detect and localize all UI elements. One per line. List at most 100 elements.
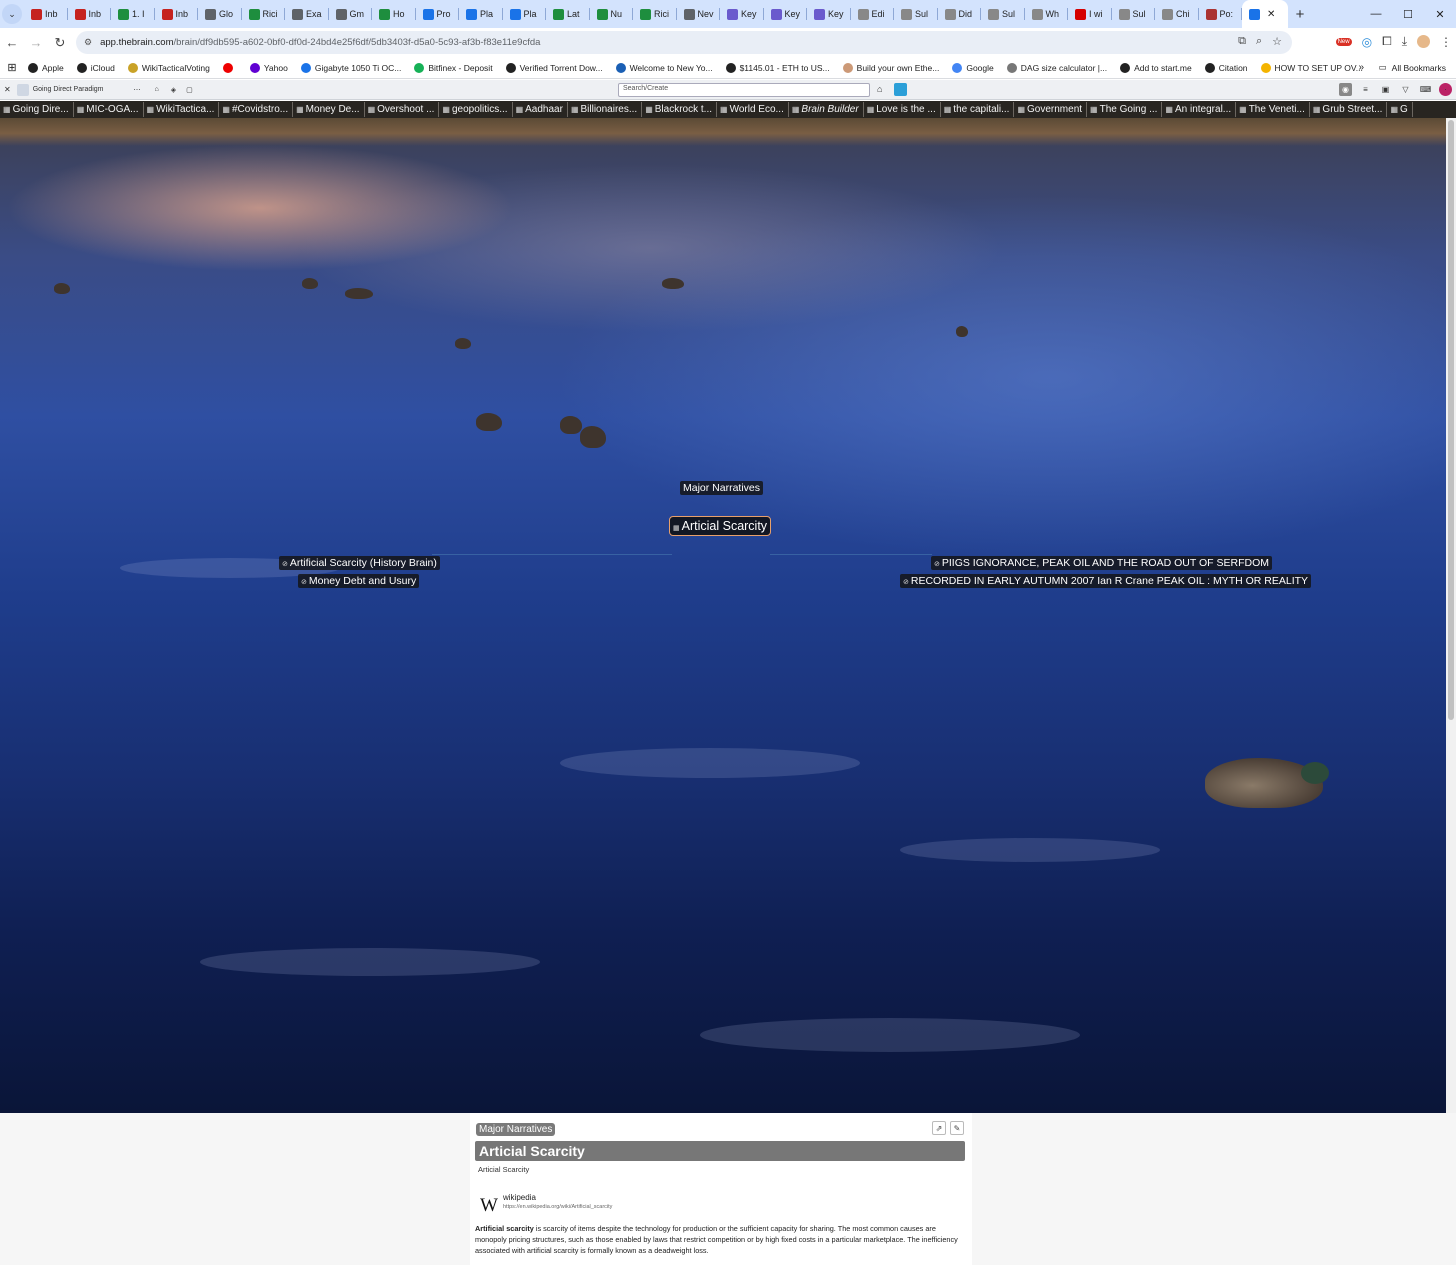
bookmark-item[interactable]: Apple <box>28 62 64 73</box>
parent-pill[interactable]: Major Narratives <box>476 1123 556 1136</box>
pinned-thought[interactable]: ▦ MIC-OGA... <box>74 102 144 117</box>
bookmark-item[interactable] <box>222 62 237 73</box>
pinned-thought[interactable]: ▦ Brain Builder <box>789 102 864 117</box>
browser-tab[interactable]: Exa <box>285 0 329 28</box>
pinned-thought[interactable]: ▦ Blackrock t... <box>642 102 718 117</box>
home-brain-icon[interactable]: ⌂ <box>155 86 159 93</box>
back-icon[interactable]: ← <box>0 35 24 50</box>
pinned-thought[interactable]: ▦ Love is the ... <box>864 102 941 117</box>
close-window-icon[interactable]: ✕ <box>1424 0 1456 28</box>
pinned-thought[interactable]: ▦ Grub Street... <box>1310 102 1388 117</box>
browser-tab[interactable]: Nu <box>590 0 634 28</box>
bookmark-item[interactable]: iCloud <box>76 62 115 73</box>
extension-new-icon[interactable]: New <box>1335 37 1352 46</box>
parent-thought-major-narratives[interactable]: Major Narratives <box>680 481 764 495</box>
bookmark-item[interactable]: Citation <box>1204 62 1248 73</box>
downloads-icon[interactable]: ⤓ <box>1402 34 1407 49</box>
bookmark-item[interactable]: Welcome to New Yo... <box>615 62 713 73</box>
pinned-thought[interactable]: ▦ The Going ... <box>1087 102 1163 117</box>
tab-thebrain-active[interactable]: ✕ <box>1242 0 1288 28</box>
extensions-puzzle-icon[interactable]: ⧠ <box>1382 34 1392 49</box>
bookmark-item[interactable]: HOW TO SET UP OV... <box>1260 62 1363 73</box>
chrome-menu-icon[interactable]: ⋮ <box>1440 35 1452 49</box>
active-thought-articial-scarcity[interactable]: ▦ Articial Scarcity <box>669 516 772 536</box>
browser-tab[interactable]: Lat <box>546 0 590 28</box>
inbox-icon[interactable]: ⌨ <box>1419 83 1432 96</box>
wikipedia-link-title[interactable]: wikipedia <box>503 1193 536 1202</box>
canvas-scrollbar[interactable] <box>1446 118 1456 1113</box>
browser-tab[interactable]: I wi <box>1068 0 1112 28</box>
pinned-thought[interactable]: ▦ #Covidstro... <box>219 102 294 117</box>
forward-icon[interactable]: → <box>24 35 48 50</box>
reload-icon[interactable]: ↻ <box>48 35 72 51</box>
zoom-icon[interactable]: ⌕ <box>1256 35 1262 48</box>
bookmark-item[interactable]: Google <box>952 62 994 73</box>
browser-tab[interactable]: Glo <box>198 0 242 28</box>
browser-tab[interactable]: Sul <box>1112 0 1156 28</box>
browser-tab[interactable]: Wh <box>1025 0 1069 28</box>
new-tab-button[interactable]: + <box>1288 6 1312 23</box>
browser-tab[interactable]: Pla <box>459 0 503 28</box>
browser-tab[interactable]: Inb <box>24 0 68 28</box>
bookmark-item[interactable]: WikiTacticalVoting <box>127 62 210 73</box>
brain-name[interactable]: Going Direct Paradigm <box>33 86 104 93</box>
bookmark-item[interactable]: Gigabyte 1050 Ti OC... <box>300 62 401 73</box>
pinned-thought[interactable]: ▦ Government <box>1014 102 1088 117</box>
home-icon[interactable]: ⌂ <box>877 84 882 94</box>
bookmark-item[interactable]: Yahoo <box>249 62 288 73</box>
pinned-thought[interactable]: ▦ The Veneti... <box>1236 102 1310 117</box>
user-avatar[interactable]: · <box>1439 83 1452 96</box>
pinned-thought[interactable]: ▦ Aadhaar <box>513 102 568 117</box>
browser-tab[interactable]: Inb <box>68 0 112 28</box>
pinned-thought[interactable]: ▦ An integral... <box>1162 102 1237 117</box>
tag-icon[interactable]: ◈ <box>171 86 176 94</box>
pinned-thought[interactable]: ▦ WikiTactica... <box>144 102 220 117</box>
browser-tab[interactable]: Po: <box>1199 0 1243 28</box>
browser-tab[interactable]: Sul <box>981 0 1025 28</box>
install-app-icon[interactable]: ⧉ <box>1238 35 1246 48</box>
apps-grid-icon[interactable]: ⊞ <box>0 61 24 74</box>
jump-thought-peak-oil[interactable]: ⊘ RECORDED IN EARLY AUTUMN 2007 Ian R Cra… <box>900 574 1312 588</box>
browser-tab[interactable]: Nev <box>677 0 721 28</box>
tab-close-icon[interactable]: ✕ <box>1267 9 1275 20</box>
list-icon[interactable]: ≡ <box>1359 83 1372 96</box>
url-input[interactable]: ⚙ app.thebrain.com/brain/df9db595-a602-0… <box>76 31 1292 54</box>
site-info-icon[interactable]: ⚙ <box>84 37 92 48</box>
browser-tab[interactable]: 1. I <box>111 0 155 28</box>
bookmark-item[interactable]: Bitfinex - Deposit <box>414 62 493 73</box>
extension-icon[interactable]: ◎ <box>1362 35 1372 49</box>
browser-tab[interactable]: Edi <box>851 0 895 28</box>
bookmark-item[interactable]: Verified Torrent Dow... <box>505 62 603 73</box>
bookmark-star-icon[interactable]: ☆ <box>1272 35 1282 48</box>
pinned-thought[interactable]: ▦ G <box>1387 102 1413 117</box>
pinned-thought[interactable]: ▦ Overshoot ... <box>365 102 440 117</box>
browser-tab[interactable]: Ho <box>372 0 416 28</box>
jump-thought-money-debt-usury[interactable]: ⊘ Money Debt and Usury <box>298 574 420 588</box>
browser-tab[interactable]: Sul <box>894 0 938 28</box>
jump-thought-artificial-scarcity-history[interactable]: ⊘ Artificial Scarcity (History Brain) <box>279 556 440 570</box>
edit-pencil-icon[interactable]: ✎ <box>950 1121 964 1135</box>
brain-canvas[interactable]: Major Narratives ▦ Articial Scarcity ⊘ Art… <box>0 118 1446 1113</box>
browser-tab[interactable]: Key <box>807 0 851 28</box>
browser-tab[interactable]: Pla <box>503 0 547 28</box>
browser-tab[interactable]: Key <box>720 0 764 28</box>
thought-title[interactable]: Articial Scarcity <box>475 1141 965 1161</box>
pinned-thought[interactable]: ▦ World Eco... <box>717 102 789 117</box>
pinned-thought[interactable]: ▦ the capitali... <box>941 102 1015 117</box>
brain-logo-icon[interactable] <box>894 83 907 96</box>
browser-tab[interactable]: Gm <box>329 0 373 28</box>
eye-icon[interactable]: ◉ <box>1339 83 1352 96</box>
brain-search-input[interactable]: Search/Create <box>618 83 870 97</box>
pinned-thought[interactable]: ▦ Money De... <box>293 102 365 117</box>
close-brain-icon[interactable]: ✕ <box>4 85 11 94</box>
bookmark-item[interactable]: Build your own Ethe... <box>842 62 939 73</box>
bookmark-item[interactable]: Add to start.me <box>1120 62 1192 73</box>
maximize-icon[interactable]: ☐ <box>1392 0 1424 28</box>
browser-tab[interactable]: Inb <box>155 0 199 28</box>
browser-tab[interactable]: Pro <box>416 0 460 28</box>
window-icon[interactable]: ▢ <box>186 86 193 94</box>
pinned-thought[interactable]: ▦ Going Dire... <box>0 102 74 117</box>
tab-search-button[interactable]: ⌄ <box>2 4 22 24</box>
bookmark-item[interactable]: DAG size calculator |... <box>1006 62 1107 73</box>
scrollbar-thumb[interactable] <box>1448 120 1454 720</box>
